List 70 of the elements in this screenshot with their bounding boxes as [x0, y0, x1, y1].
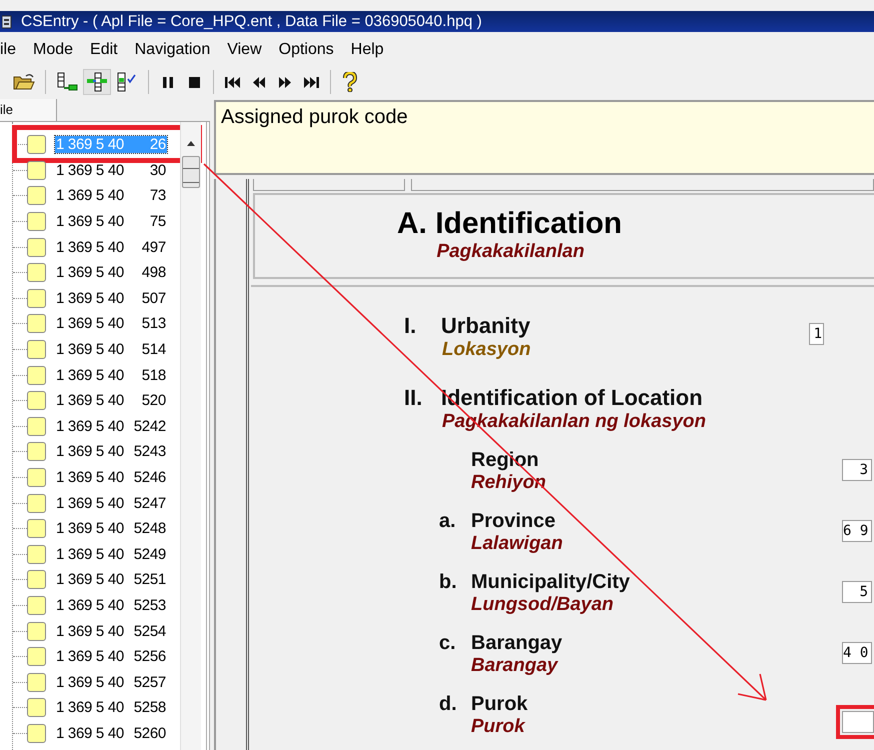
window-title: CSEntry - ( Apl File = Core_HPQ.ent , Data File = 036905040.hpq ) [21, 12, 482, 30]
stop-icon [187, 75, 201, 89]
input-field[interactable]: 3 [842, 459, 872, 481]
menu-item[interactable]: Mode [24, 41, 82, 59]
section-title: A. Identification [397, 207, 622, 241]
open-folder-icon [13, 73, 35, 91]
tree-item[interactable]: 1 369 5 40 5256 [55, 648, 167, 666]
tree-item[interactable]: 1 369 5 40 30 [55, 162, 167, 179]
tree-item[interactable]: 1 369 5 40 498 [55, 264, 167, 282]
tree-item[interactable]: 1 369 5 40 5246 [55, 469, 167, 486]
tree-item[interactable]: 1 369 5 40 514 [55, 341, 167, 358]
help-icon [342, 72, 358, 92]
menu-item[interactable]: ile [0, 41, 24, 59]
tree-item[interactable]: 1 369 5 40 5247 [55, 494, 167, 512]
tree-item[interactable]: 1 369 5 40 507 [55, 290, 167, 307]
tree-item[interactable]: 1 369 5 40 5243 [55, 443, 167, 460]
tree-item[interactable]: 1 369 5 40 5249 [55, 546, 167, 563]
item-marker: a. [439, 510, 457, 533]
translation-label: Lokasyon [442, 339, 532, 361]
tree-item[interactable]: 1 369 5 40 518 [55, 366, 167, 384]
tree-item[interactable]: 1 369 5 40 5260 [55, 724, 167, 742]
app-icon [2, 14, 12, 28]
tree-item[interactable]: 1 369 5 40 5253 [55, 596, 167, 614]
tree-item[interactable]: 1 369 5 40 73 [55, 187, 167, 204]
input-field[interactable]: 4 0 [842, 642, 872, 664]
item-marker: I. [404, 313, 418, 339]
scroll-thumb[interactable] [182, 156, 200, 188]
menu-item[interactable]: Navigation [126, 41, 218, 59]
section-subtitle: Pagkakakilanlan [436, 241, 584, 263]
menu-item[interactable]: Options [270, 41, 342, 59]
file-tab[interactable]: ile [0, 99, 57, 121]
help-text: Assigned purok code [221, 106, 408, 128]
menu-item[interactable]: Help [342, 41, 392, 59]
translation-label: Lungsod/Bayan [471, 594, 615, 616]
scrollbar[interactable] [180, 122, 201, 750]
tree-item[interactable]: 1 369 5 40 5251 [55, 571, 167, 588]
first-icon [224, 75, 242, 89]
pause-icon [161, 75, 175, 89]
tree-item[interactable]: 1 369 5 40 520 [55, 392, 167, 410]
scroll-up-icon[interactable] [186, 140, 196, 146]
question-label: Barangay [471, 632, 562, 655]
toolbar-button[interactable] [83, 69, 111, 95]
input-field[interactable]: 1 [809, 323, 824, 345]
item-marker: c. [439, 632, 457, 655]
tree-view-icon [86, 72, 108, 92]
tree-item[interactable]: 1 369 5 40 5248 [55, 520, 167, 538]
question-label: Province [471, 510, 556, 533]
tree-item[interactable]: 1 369 5 40 5254 [55, 622, 167, 640]
question-label: Urbanity [441, 313, 530, 339]
tree-item[interactable]: 1 369 5 40 5242 [55, 418, 167, 435]
item-marker: d. [439, 693, 458, 716]
tree-item[interactable]: 1 369 5 40 513 [55, 315, 167, 332]
input-field[interactable]: 6 9 [842, 520, 872, 542]
tree-item[interactable]: 1 369 5 40 75 [55, 213, 167, 230]
translation-label: Barangay [471, 655, 560, 677]
tree-item[interactable]: 1 369 5 40 5257 [55, 674, 167, 691]
menu-item[interactable]: View [218, 41, 270, 59]
input-field[interactable]: 5 [842, 581, 872, 603]
tree-item[interactable]: 1 369 5 40 497 [55, 238, 167, 256]
last-icon [302, 75, 320, 89]
menu-item[interactable]: Edit [81, 41, 126, 59]
question-label: Purok [471, 693, 528, 716]
item-marker: II. [404, 385, 424, 411]
translation-label: Purok [471, 716, 526, 738]
item-marker: b. [439, 571, 458, 594]
verify-icon [116, 72, 138, 92]
add-case-icon [56, 72, 78, 92]
tree-item[interactable]: 1 369 5 40 5258 [55, 699, 167, 716]
question-label: Municipality/City [471, 571, 630, 594]
translation-label: Lalawigan [471, 533, 564, 555]
